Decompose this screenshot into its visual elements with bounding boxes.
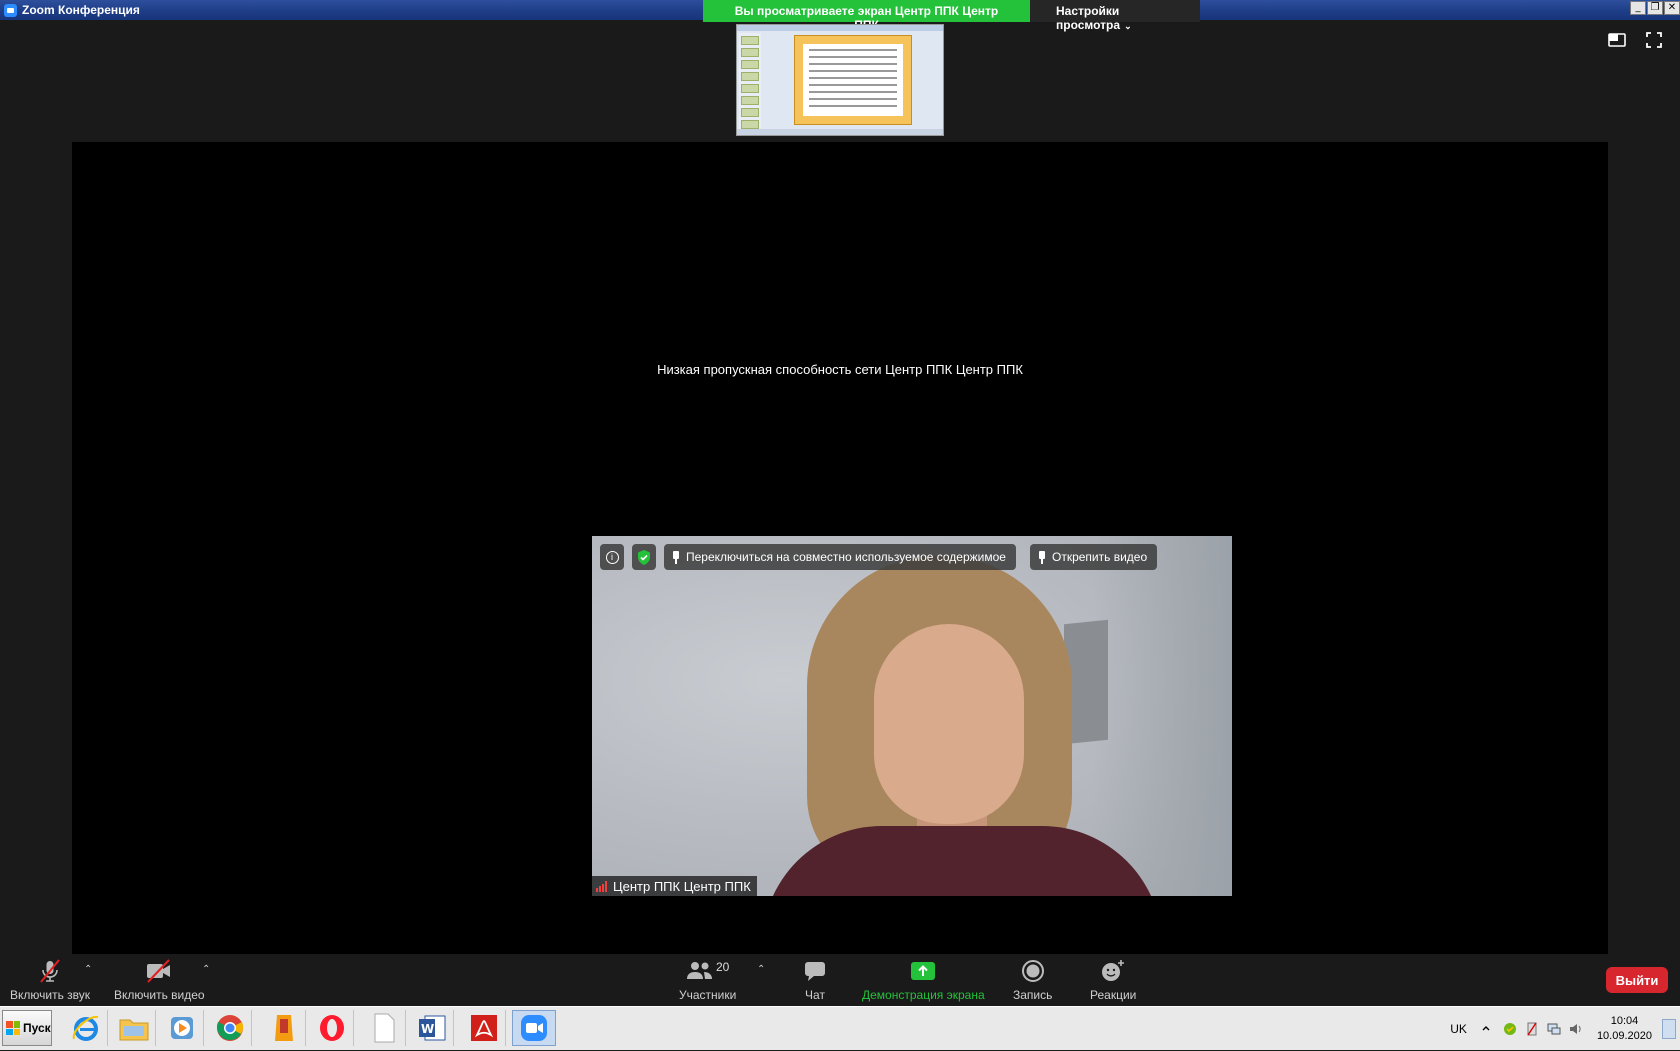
chrome-icon[interactable] <box>208 1010 252 1046</box>
restore-button[interactable]: ❐ <box>1647 1 1663 15</box>
zoom-icon[interactable] <box>512 1010 556 1046</box>
signal-strength-icon <box>596 880 607 892</box>
zoom-app-icon <box>4 3 17 17</box>
close-button[interactable]: ✕ <box>1664 1 1680 15</box>
participants-button[interactable]: 20 Участники <box>679 958 736 1002</box>
unmute-button[interactable]: Включить звук <box>10 958 90 1002</box>
security-button[interactable] <box>632 544 656 570</box>
unpin-video-button[interactable]: Открепить видео <box>1030 544 1158 570</box>
reactions-button[interactable]: Реакции <box>1090 958 1136 1002</box>
thumbnail-ribbon <box>737 25 943 31</box>
window-title: Zoom Конференция <box>22 3 140 17</box>
video-options-chevron-icon[interactable]: ⌃ <box>202 964 210 975</box>
shared-screen-thumbnail[interactable] <box>736 24 944 136</box>
share-banner: Вы просматриваете экран Центр ППК Центр … <box>703 0 1200 32</box>
participant-name-tag: Центр ППК Центр ППК <box>592 876 757 896</box>
pin-icon <box>1038 550 1046 564</box>
participant-name: Центр ППК Центр ППК <box>613 878 751 894</box>
info-icon: i <box>605 550 619 564</box>
minimize-button[interactable]: _ <box>1630 1 1646 15</box>
word-icon[interactable]: W <box>410 1010 454 1046</box>
start-video-button[interactable]: Включить видео <box>114 958 205 1002</box>
start-button[interactable]: Пуск <box>2 1010 52 1046</box>
internet-explorer-icon[interactable] <box>64 1010 108 1046</box>
record-button[interactable]: Запись <box>1013 958 1052 1002</box>
participants-options-chevron-icon[interactable]: ⌃ <box>757 964 765 975</box>
thumbnail-status-bar <box>737 129 943 135</box>
switch-to-shared-content-label: Переключиться на совместно используемое … <box>686 550 1006 564</box>
blank-document-icon[interactable] <box>362 1010 406 1046</box>
thumbnail-slide-rail <box>739 33 761 133</box>
opera-icon[interactable] <box>310 1010 354 1046</box>
view-controls <box>1608 32 1664 48</box>
participants-icon <box>686 962 712 979</box>
system-tray: UK 10:04 10.09.2020 <box>1450 1007 1680 1051</box>
participants-label: Участники <box>679 988 737 1002</box>
start-label: Пуск <box>23 1021 51 1035</box>
reactions-icon <box>1100 958 1126 984</box>
volume-icon[interactable] <box>1569 1022 1583 1036</box>
participants-count: 20 <box>715 960 730 974</box>
record-label: Запись <box>1013 988 1053 1002</box>
media-player-icon[interactable] <box>160 1010 204 1046</box>
window-controls: _ ❐ ✕ <box>1630 1 1680 15</box>
update-icon[interactable] <box>1503 1022 1517 1036</box>
acrobat-icon[interactable] <box>462 1010 506 1046</box>
bandwidth-notice: Низкая пропускная способность сети Центр… <box>657 362 1023 377</box>
unpin-video-label: Открепить видео <box>1052 550 1148 564</box>
file-explorer-icon[interactable] <box>112 1010 156 1046</box>
switch-to-shared-content-button[interactable]: Переключиться на совместно используемое … <box>664 544 1016 570</box>
reactions-label: Реакции <box>1090 988 1137 1002</box>
microphone-muted-icon <box>37 958 63 984</box>
share-screen-button[interactable]: Демонстрация экрана <box>862 958 985 1002</box>
view-options-button[interactable]: Настройки просмотра ⌄ <box>1030 0 1200 32</box>
meeting-toolbar: Включить звук ⌃ Включить видео ⌃ 20 Учас… <box>0 954 1680 1006</box>
shield-icon <box>638 549 650 565</box>
system-clock[interactable]: 10:04 10.09.2020 <box>1597 1014 1652 1044</box>
app-icon[interactable] <box>262 1010 306 1046</box>
chevron-down-icon: ⌄ <box>1124 21 1132 31</box>
share-screen-label: Демонстрация экрана <box>862 988 985 1002</box>
gallery-view-icon[interactable] <box>1608 32 1626 48</box>
fullscreen-icon[interactable] <box>1646 32 1664 48</box>
thumbnail-slide <box>794 35 912 125</box>
language-indicator[interactable]: UK <box>1450 1022 1467 1036</box>
view-options-label: Настройки просмотра <box>1056 4 1121 32</box>
tray-icons <box>1481 1022 1583 1036</box>
action-center-icon[interactable] <box>1525 1022 1539 1036</box>
show-desktop-button[interactable] <box>1662 1019 1676 1039</box>
chat-button[interactable]: Чат <box>803 958 827 1002</box>
start-video-label: Включить видео <box>114 988 205 1002</box>
leave-meeting-button[interactable]: Выйти <box>1606 967 1668 993</box>
chat-label: Чат <box>805 988 825 1002</box>
windows-taskbar: Пуск W UK 10:04 10.09.2020 <box>0 1006 1680 1050</box>
meeting-info-button[interactable]: i <box>600 544 624 570</box>
camera-off-icon <box>145 958 173 984</box>
record-icon <box>1021 958 1045 984</box>
show-hidden-icons-icon[interactable] <box>1481 1022 1495 1036</box>
chat-icon <box>803 958 827 984</box>
meeting-stage: Низкая пропускная способность сети Центр… <box>72 142 1608 954</box>
pin-icon <box>672 550 680 564</box>
audio-options-chevron-icon[interactable]: ⌃ <box>84 964 92 975</box>
network-icon[interactable] <box>1547 1022 1561 1036</box>
unmute-label: Включить звук <box>10 988 91 1002</box>
viewing-share-label: Вы просматриваете экран Центр ППК Центр … <box>703 0 1030 32</box>
clock-time: 10:04 <box>1610 1015 1639 1027</box>
svg-text:W: W <box>421 1022 434 1036</box>
clock-date: 10.09.2020 <box>1596 1030 1652 1042</box>
share-screen-icon <box>910 958 936 984</box>
participant-video[interactable]: i Переключиться на совместно используемо… <box>592 536 1232 896</box>
windows-logo-icon <box>6 1021 20 1035</box>
